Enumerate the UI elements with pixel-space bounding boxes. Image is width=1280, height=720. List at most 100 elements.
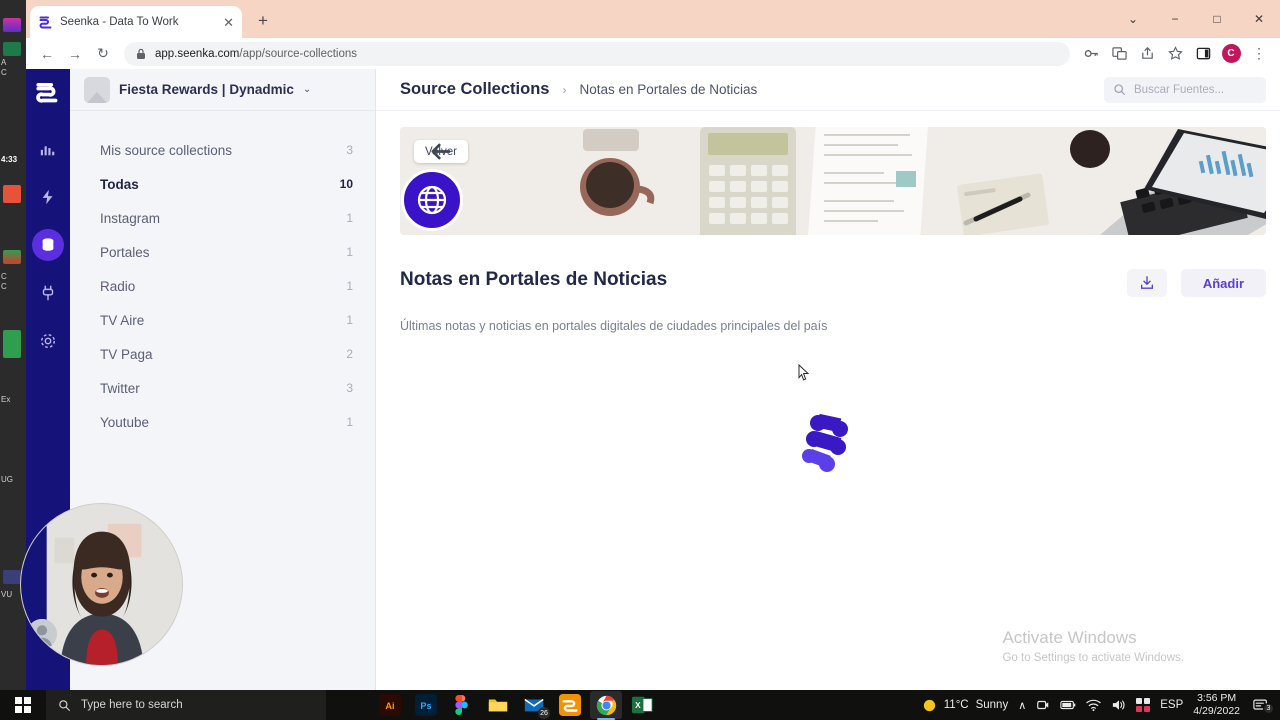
tab-title: Seenka - Data To Work: [60, 16, 179, 28]
close-button[interactable]: ✕: [1238, 0, 1280, 38]
add-button[interactable]: Añadir: [1180, 269, 1266, 297]
settings-gear-icon[interactable]: [32, 325, 64, 357]
bg-fragment: VU: [1, 590, 13, 599]
adobe-illustrator-icon[interactable]: Ai: [374, 691, 406, 719]
excel-icon[interactable]: X: [626, 691, 658, 719]
browser-tab[interactable]: Seenka - Data To Work ✕: [30, 6, 242, 38]
database-icon[interactable]: [32, 229, 64, 261]
sidebar-item-radio[interactable]: Radio 1: [70, 269, 375, 303]
taskbar-search-input[interactable]: Type here to search: [46, 690, 326, 720]
sidebar-item-count: 3: [346, 143, 353, 157]
search-icon: [59, 699, 70, 711]
sidebar-item-label: Instagram: [100, 210, 161, 226]
windows-start-icon[interactable]: [0, 697, 46, 713]
weather-condition: Sunny: [975, 699, 1009, 711]
forward-button[interactable]: →: [62, 41, 88, 67]
chrome-icon[interactable]: [590, 691, 622, 720]
language-indicator[interactable]: ESP: [1160, 699, 1183, 711]
battery-icon[interactable]: [1060, 698, 1076, 712]
address-bar[interactable]: app.seenka.com/app/source-collections: [124, 41, 1070, 66]
sidebar-item-count: 3: [346, 381, 353, 395]
seenka-logo-icon: [39, 16, 52, 28]
sidebar-item-label: Youtube: [100, 414, 150, 430]
bg-fragment: C: [1, 282, 7, 291]
sidebar-item-todas[interactable]: Todas 10: [70, 167, 375, 201]
globe-icon: [417, 185, 447, 215]
weather-temperature: 11°C: [943, 699, 969, 711]
chevron-down-icon: ⌄: [302, 84, 312, 95]
maximize-button[interactable]: □: [1196, 0, 1238, 38]
sidebar-item-label: TV Aire: [100, 312, 145, 328]
seenka-loading-logo: [802, 413, 848, 472]
collection-description: Últimas notas y noticias en portales dig…: [400, 319, 828, 333]
key-icon[interactable]: [1078, 41, 1104, 67]
side-panel-icon[interactable]: [1190, 41, 1216, 67]
plug-icon[interactable]: [32, 277, 64, 309]
sidebar-item-count: 2: [346, 347, 353, 361]
breadcrumb: Source Collections › Notas en Portales d…: [400, 80, 757, 99]
banner-illustration: [400, 127, 1266, 235]
file-explorer-icon[interactable]: [482, 691, 514, 719]
browser-menu-button[interactable]: ⋮: [1246, 41, 1272, 67]
collection-banner-image: Volver: [400, 127, 1266, 235]
breadcrumb-root[interactable]: Source Collections: [400, 80, 549, 99]
sidebar-item-mis-source-collections[interactable]: Mis source collections 3: [70, 133, 375, 167]
search-input[interactable]: Buscar Fuentes...: [1104, 76, 1266, 103]
meet-camera-icon[interactable]: [1036, 698, 1050, 712]
clock[interactable]: 3:56 PM 4/29/2022: [1193, 692, 1240, 718]
mail-icon[interactable]: 26: [518, 691, 550, 719]
collection-avatar: [401, 169, 463, 231]
notification-center-button[interactable]: 3: [1250, 698, 1274, 714]
webcam-overlay: [20, 503, 183, 666]
presenter-avatar-badge: [27, 619, 57, 649]
bg-fragment: A: [1, 58, 7, 67]
browser-window: Seenka - Data To Work ✕ + ⌄ − □ ✕ ← → ↻ …: [26, 0, 1280, 690]
onedrive-icon[interactable]: [1136, 698, 1151, 712]
bg-timestamp: 4:33: [1, 155, 18, 164]
sidebar-item-instagram[interactable]: Instagram 1: [70, 201, 375, 235]
sidebar-item-label: Twitter: [100, 380, 140, 396]
svg-text:X: X: [635, 701, 641, 710]
pulse-icon[interactable]: [32, 181, 64, 213]
seenka-icon[interactable]: [554, 691, 586, 719]
profile-avatar: C: [1221, 44, 1241, 63]
adobe-photoshop-icon[interactable]: Ps: [410, 691, 442, 719]
share-icon[interactable]: [1134, 41, 1160, 67]
volume-icon[interactable]: [1111, 698, 1126, 712]
sidebar-item-tv-paga[interactable]: TV Paga 2: [70, 337, 375, 371]
download-button[interactable]: [1126, 269, 1167, 297]
sidebar-item-label: TV Paga: [100, 346, 153, 362]
sidebar-item-tv-aire[interactable]: TV Aire 1: [70, 303, 375, 337]
tray-expand-chevron-icon[interactable]: ∧: [1018, 699, 1026, 712]
new-tab-button[interactable]: +: [258, 12, 268, 29]
back-button[interactable]: ←: [34, 41, 60, 67]
taskbar-search-placeholder: Type here to search: [81, 699, 183, 711]
sidebar-item-portales[interactable]: Portales 1: [70, 235, 375, 269]
sidebar-item-youtube[interactable]: Youtube 1: [70, 405, 375, 439]
analytics-icon[interactable]: [32, 133, 64, 165]
main-content: Source Collections › Notas en Portales d…: [376, 69, 1280, 690]
sidebar-item-twitter[interactable]: Twitter 3: [70, 371, 375, 405]
seenka-logo-icon[interactable]: [35, 81, 61, 107]
figma-icon[interactable]: [446, 691, 478, 719]
bookmark-star-icon[interactable]: [1162, 41, 1188, 67]
translate-icon[interactable]: [1106, 41, 1132, 67]
profile-button[interactable]: C: [1218, 41, 1244, 67]
download-icon: [1140, 276, 1153, 289]
workspace-name: Fiesta Rewards | Dynadmic: [119, 82, 294, 97]
breadcrumb-current: Notas en Portales de Noticias: [579, 82, 758, 97]
tab-search-button[interactable]: ⌄: [1112, 0, 1154, 38]
minimize-button[interactable]: −: [1154, 0, 1196, 38]
content-topbar: Source Collections › Notas en Portales d…: [376, 69, 1280, 111]
back-button[interactable]: Volver: [414, 140, 468, 163]
screen: A C 4:33 C C Ex UG VU Seenka - Data To W…: [0, 0, 1280, 720]
wifi-icon[interactable]: [1086, 698, 1101, 712]
tab-close-icon[interactable]: ✕: [223, 16, 234, 29]
header-actions: Añadir: [1126, 269, 1266, 297]
clock-date: 4/29/2022: [1193, 705, 1240, 717]
reload-button[interactable]: ↻: [90, 41, 116, 67]
arrow-left-icon: [431, 143, 451, 160]
app-viewport: Fiesta Rewards | Dynadmic ⌄ Mis source c…: [26, 69, 1280, 690]
workspace-selector[interactable]: Fiesta Rewards | Dynadmic ⌄: [70, 69, 375, 111]
weather-widget[interactable]: 11°C Sunny: [922, 698, 1008, 713]
